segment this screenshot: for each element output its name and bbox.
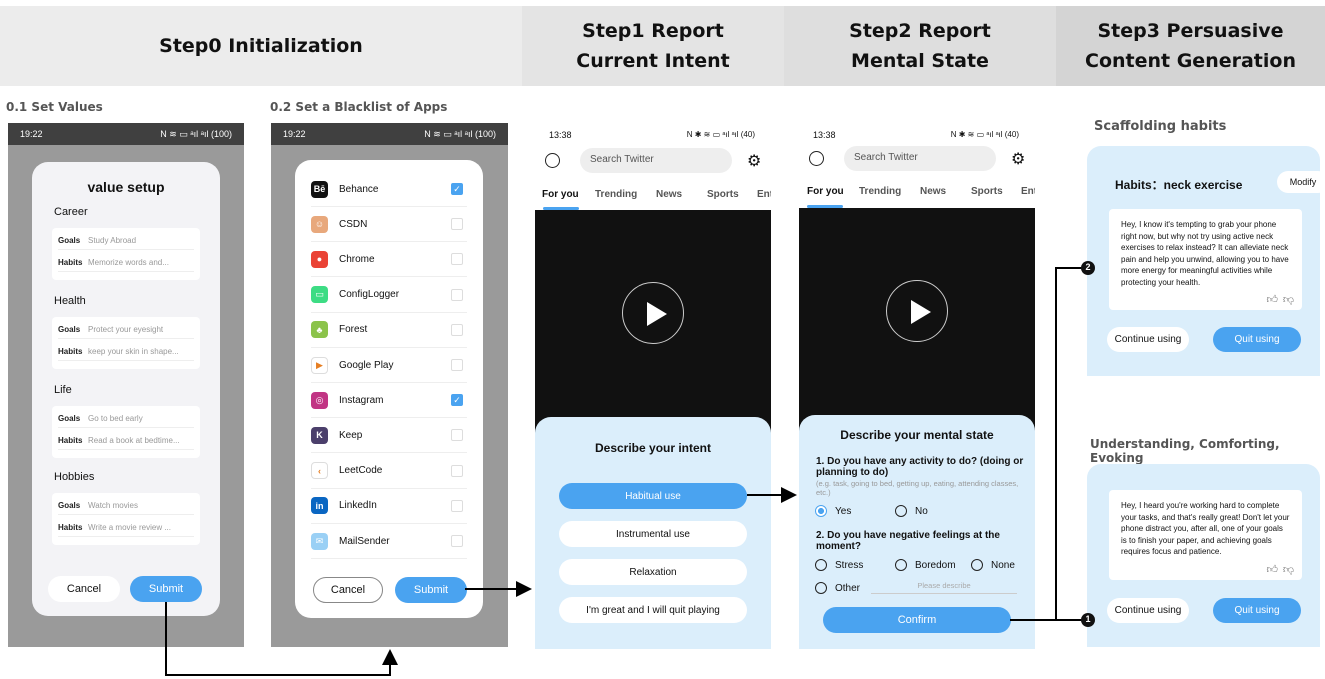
connector-mental-to-step3-2	[1055, 267, 1083, 620]
marker-2-label: 2	[1085, 262, 1091, 272]
connector-values-to-blacklist	[165, 602, 398, 676]
marker-1-label: 1	[1085, 614, 1091, 624]
flow-connectors	[165, 261, 1095, 676]
